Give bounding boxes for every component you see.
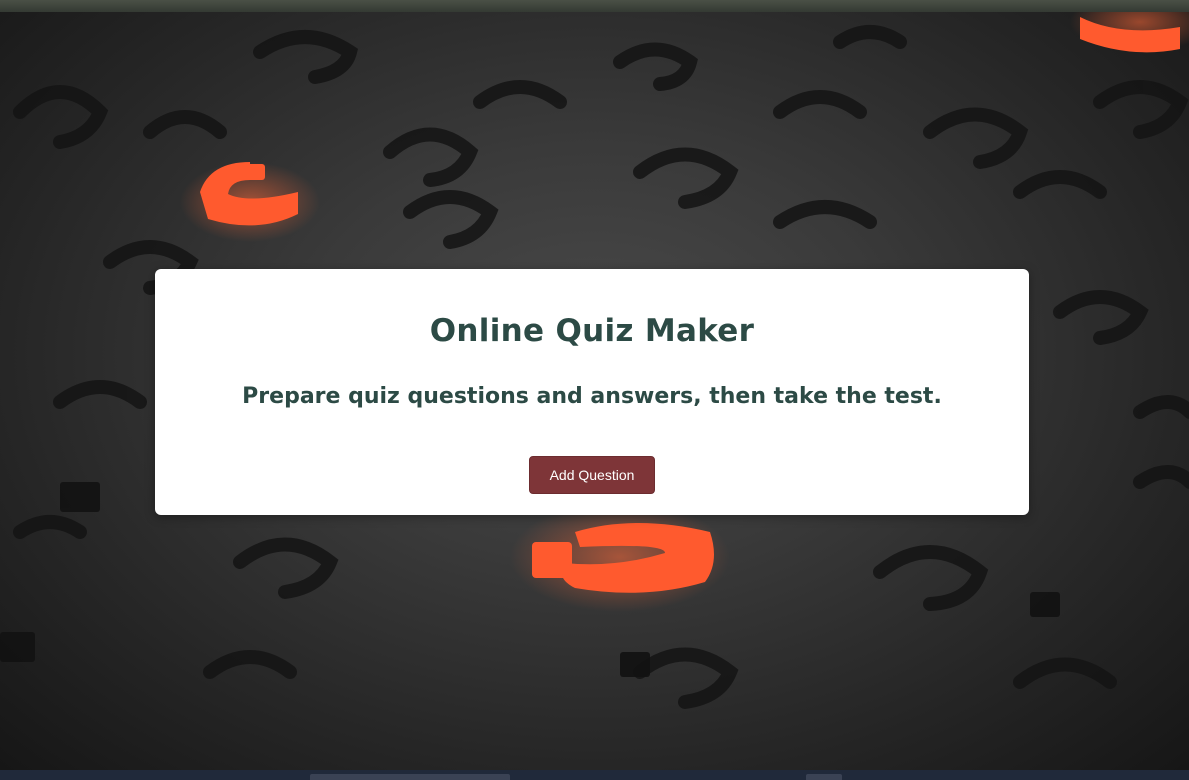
intro-card: Online Quiz Maker Prepare quiz questions… — [155, 269, 1029, 515]
taskbar-item — [310, 774, 510, 780]
taskbar-item — [806, 774, 842, 780]
page-title: Online Quiz Maker — [429, 313, 755, 349]
taskbar-strip — [0, 770, 1189, 780]
page-subtitle: Prepare quiz questions and answers, then… — [242, 384, 942, 409]
add-question-button[interactable]: Add Question — [529, 456, 655, 494]
